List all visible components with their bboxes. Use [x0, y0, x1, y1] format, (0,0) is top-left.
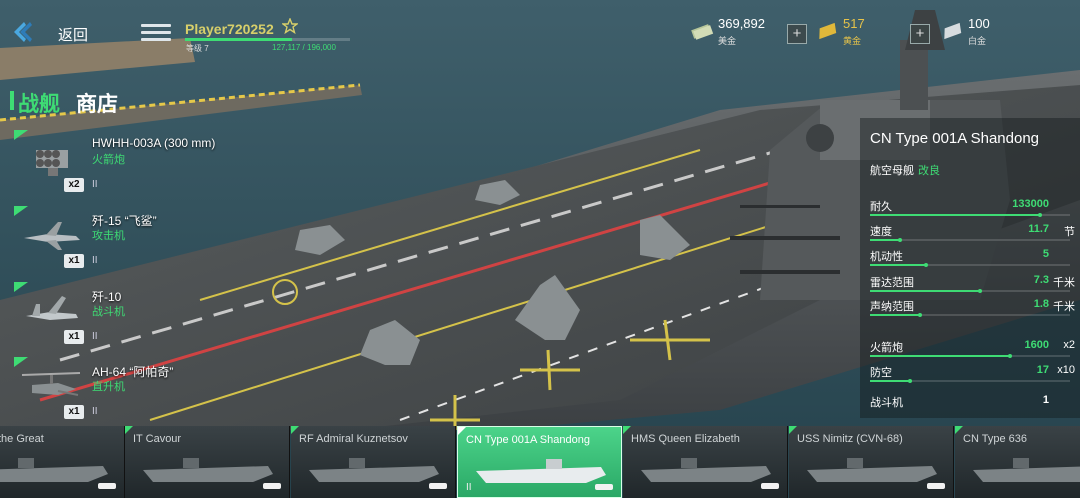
gold-bar-icon [819, 22, 837, 40]
weapon-tier: II [92, 255, 98, 266]
ship-card-rank-icon [927, 483, 945, 489]
top-bar: 返回 Player720252 等级 7 127,117 / 196,000 3… [0, 0, 1080, 60]
weapon-tier: II [92, 179, 98, 190]
weapon-item-j15[interactable]: 歼-15 “飞鲨” 攻击机 x1 II [14, 206, 234, 270]
dollar-bills-icon [691, 24, 714, 40]
ship-card[interactable]: RF Admiral Kuznetsov [291, 426, 456, 498]
stat-level-marker [898, 238, 902, 242]
ship-card[interactable]: HMS Queen Elizabeth [623, 426, 788, 498]
ship-thumbnail-icon [309, 458, 439, 482]
weapon-quantity: x2 [64, 178, 84, 192]
ship-card-rank-icon [595, 484, 613, 490]
add-gold-button[interactable]: + [910, 24, 930, 44]
stat-level-marker [1038, 213, 1042, 217]
stat-level-marker [1008, 354, 1012, 358]
ship-card-flag-icon [623, 426, 631, 434]
ship-name: CN Type 001A Shandong [870, 130, 1040, 147]
weapon-item-j10[interactable]: 歼-10 战斗机 x1 II [14, 282, 234, 346]
ship-card[interactable]: IT Cavour [125, 426, 290, 498]
stat-row: 机动性 5 [870, 248, 1075, 268]
stat-level-marker [924, 263, 928, 267]
stat-row: 火箭炮 1600 x2 [870, 339, 1075, 359]
stat-row: 防空 17 x10 [870, 364, 1075, 384]
ship-card-rank-icon [429, 483, 447, 489]
ship-card-rank-icon [263, 483, 281, 489]
ship-thumbnail-icon [143, 458, 273, 482]
ship-card-name: CN Type 001A Shandong [466, 434, 590, 446]
weapon-item-rocket[interactable]: HWHH-003A (300 mm) 火箭炮 x2 II [14, 130, 234, 194]
ship-card-name: ejong the Great [0, 433, 44, 445]
stat-row: 速度 11.7 节 [870, 223, 1075, 243]
currency-dollars: 369,892 美金 [690, 14, 790, 48]
ship-card-tier: II [466, 482, 472, 493]
ship-thumbnail-icon [641, 458, 771, 482]
weapon-quantity: x1 [64, 405, 84, 419]
ship-card-rank-icon [98, 483, 116, 489]
ship-carousel: ejong the Great IT Cavour RF Admiral Kuzne… [0, 426, 1080, 498]
ship-info-panel: CN Type 001A Shandong 航空母舰 改良 耐久 133000 … [860, 118, 1080, 418]
ship-card-rank-icon [761, 483, 779, 489]
weapon-quantity: x1 [64, 330, 84, 344]
stat-row: 声纳范围 1.8 千米 [870, 298, 1075, 318]
currency-platinum: 100 白金 [940, 14, 1030, 48]
rank-star-icon [282, 18, 298, 34]
ship-thumbnail-icon [973, 458, 1080, 482]
ship-thumbnail-icon [476, 459, 606, 483]
ship-card-flag-icon [125, 426, 133, 434]
weapon-tier: II [92, 331, 98, 342]
weapon-item-ah64[interactable]: AH-64 “阿帕奇” 直升机 x1 II [14, 357, 234, 421]
ship-thumbnail-icon [807, 458, 937, 482]
ship-card-flag-icon [291, 426, 299, 434]
ship-card-flag-icon [458, 427, 466, 435]
jet-fighter-icon [24, 222, 80, 250]
ship-card[interactable]: CN Type 636 [955, 426, 1080, 498]
ship-card-flag-icon [955, 426, 963, 434]
ship-card-name: HMS Queen Elizabeth [631, 433, 740, 445]
stat-level-marker [978, 289, 982, 293]
currency-gold: 517 黄金 [815, 14, 895, 48]
stat-level-marker [918, 313, 922, 317]
ship-card-name: CN Type 636 [963, 433, 1028, 445]
rocket-launcher-icon [36, 150, 68, 176]
ship-card[interactable]: ejong the Great [0, 426, 125, 498]
ship-card[interactable]: CN Type 001A Shandong II [457, 426, 622, 498]
ship-card-name: RF Admiral Kuznetsov [299, 433, 408, 445]
ship-card-flag-icon [789, 426, 797, 434]
stat-row: 耐久 133000 [870, 198, 1075, 218]
xp-text: 127,117 / 196,000 [272, 43, 336, 52]
ship-class: 航空母舰 [870, 165, 914, 177]
back-arrow-icon[interactable] [10, 20, 34, 44]
platinum-bar-icon [944, 22, 962, 40]
stat-level-marker [908, 379, 912, 383]
weapon-tier: II [92, 406, 98, 417]
stat-row: 战斗机 1 [870, 394, 1049, 409]
xp-progress-bar [185, 38, 350, 41]
add-dollars-button[interactable]: + [787, 24, 807, 44]
ship-modifier: 改良 [918, 165, 940, 177]
stat-row: 雷达范围 7.3 千米 [870, 274, 1075, 294]
ship-card-name: USS Nimitz (CVN-68) [797, 433, 903, 445]
helicopter-icon [21, 372, 81, 396]
ship-thumbnail-icon [0, 458, 108, 482]
ship-card-name: IT Cavour [133, 433, 182, 445]
weapon-quantity: x1 [64, 254, 84, 268]
player-level: 等级 7 [186, 44, 209, 53]
ship-card[interactable]: USS Nimitz (CVN-68) [789, 426, 954, 498]
menu-icon[interactable] [141, 24, 171, 42]
back-button[interactable]: 返回 [58, 24, 88, 45]
player-name[interactable]: Player720252 [185, 21, 274, 37]
jet-fighter-icon [26, 296, 78, 320]
